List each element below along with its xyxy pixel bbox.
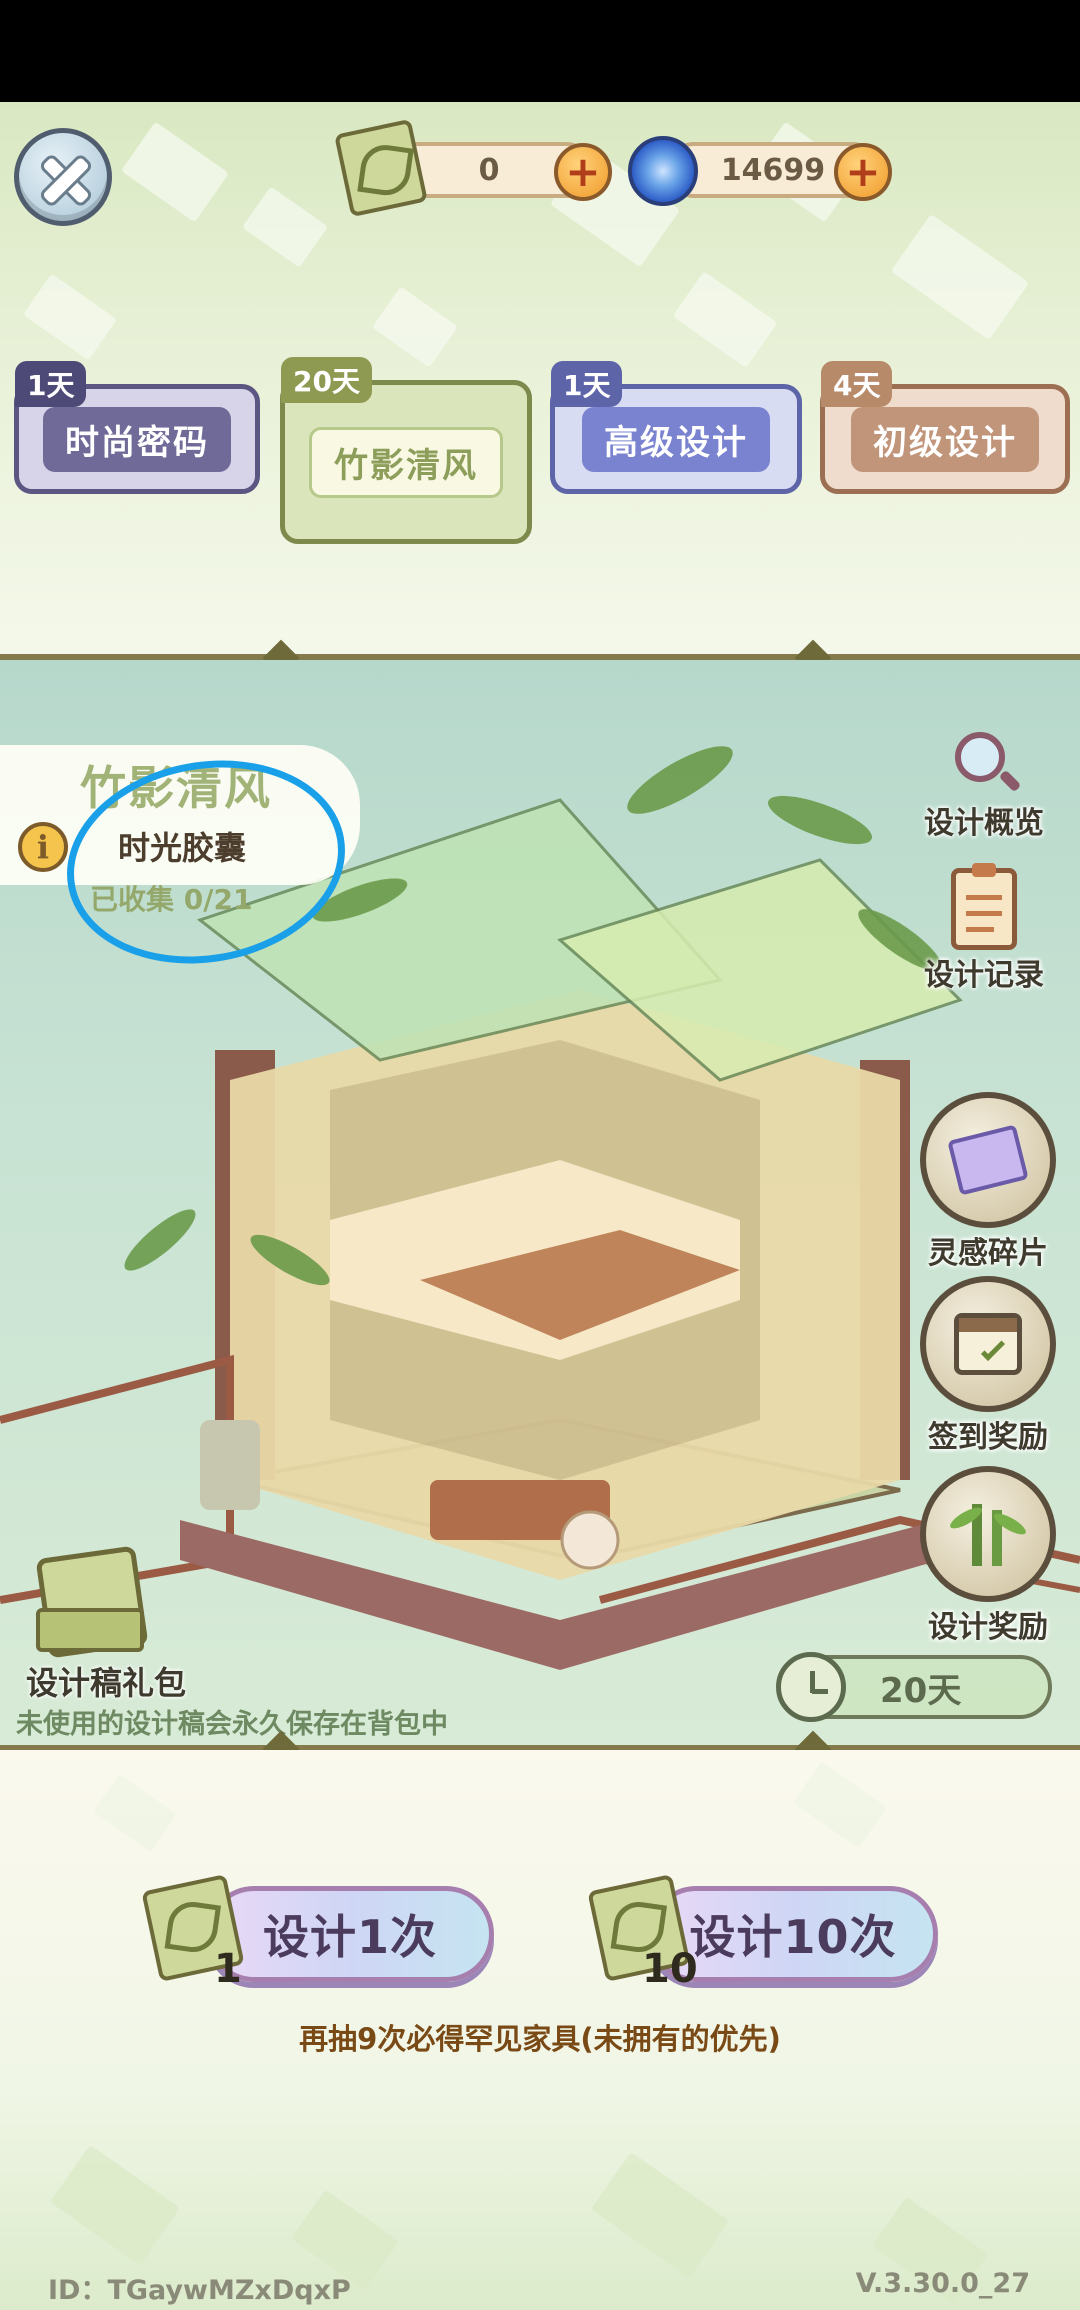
- design-draft-gift-button[interactable]: [34, 1545, 154, 1659]
- tab-bamboo-breeze[interactable]: 20天 竹影清风: [280, 357, 532, 544]
- draw-once-cost: 1: [214, 1946, 242, 1992]
- tab-fashion-code[interactable]: 1天 时尚密码: [14, 361, 260, 494]
- signin-reward-label: 签到奖励: [928, 1420, 1048, 1455]
- magnifier-icon: [949, 728, 1022, 798]
- draft-count: 0: [478, 152, 500, 188]
- draw-once-label: 设计1次: [262, 1910, 437, 1964]
- gift-label: 设计稿礼包: [26, 1664, 187, 1702]
- signin-reward-button[interactable]: 签到奖励: [920, 1276, 1056, 1456]
- add-inspiration-button[interactable]: +: [834, 143, 892, 201]
- event-timer-text: 20天: [880, 1671, 962, 1711]
- tab-label: 时尚密码: [43, 406, 231, 472]
- map-icon: [920, 1092, 1056, 1228]
- inspiration-count: 14699: [720, 152, 826, 188]
- draw-ten-label: 设计10次: [689, 1910, 897, 1964]
- draw-once-button[interactable]: 设计1次: [206, 1886, 494, 1982]
- tab-basic-design[interactable]: 4天 初级设计: [820, 361, 1070, 494]
- tab-label: 高级设计: [582, 406, 770, 472]
- design-overview-label: 设计概览: [924, 806, 1044, 841]
- design-overview-button[interactable]: 设计概览: [924, 728, 1044, 842]
- draft-scroll-icon: [334, 118, 428, 218]
- status-bar: [0, 0, 1080, 102]
- bamboo-icon: [920, 1466, 1056, 1602]
- tab-badge-days: 1天: [551, 361, 623, 407]
- inspiration-fragments-button[interactable]: 灵感碎片: [920, 1092, 1056, 1272]
- gift-box-icon: [36, 1608, 144, 1652]
- design-records-label: 设计记录: [924, 958, 1044, 993]
- close-button[interactable]: [14, 128, 112, 226]
- calendar-icon: [920, 1276, 1056, 1412]
- pity-notice: 再抽9次必得罕见家具(未拥有的优先): [299, 2022, 781, 2056]
- clock-icon: [776, 1652, 846, 1722]
- add-draft-button[interactable]: +: [554, 143, 612, 201]
- tab-badge-days: 1天: [15, 361, 87, 407]
- clipboard-icon: [951, 863, 1017, 950]
- player-id: ID：TGaywMZxDqxP: [48, 2275, 351, 2306]
- swirl-icon: [628, 136, 698, 206]
- app-version: V.3.30.0_27: [855, 2268, 1030, 2299]
- info-icon[interactable]: i: [18, 822, 68, 872]
- inspiration-fragments-label: 灵感碎片: [928, 1236, 1048, 1271]
- tab-advanced-design[interactable]: 1天 高级设计: [550, 361, 802, 494]
- tab-label: 初级设计: [851, 406, 1039, 472]
- design-reward-label: 设计奖励: [928, 1610, 1048, 1645]
- tab-label: 竹影清风: [309, 426, 503, 498]
- tab-badge-days: 20天: [281, 357, 372, 403]
- draw-ten-cost: 10: [642, 1946, 698, 1992]
- design-reward-button[interactable]: 设计奖励: [920, 1466, 1056, 1646]
- gift-note: 未使用的设计稿会永久保存在背包中: [16, 1709, 448, 1740]
- design-records-button[interactable]: 设计记录: [924, 863, 1044, 994]
- tab-badge-days: 4天: [821, 361, 893, 407]
